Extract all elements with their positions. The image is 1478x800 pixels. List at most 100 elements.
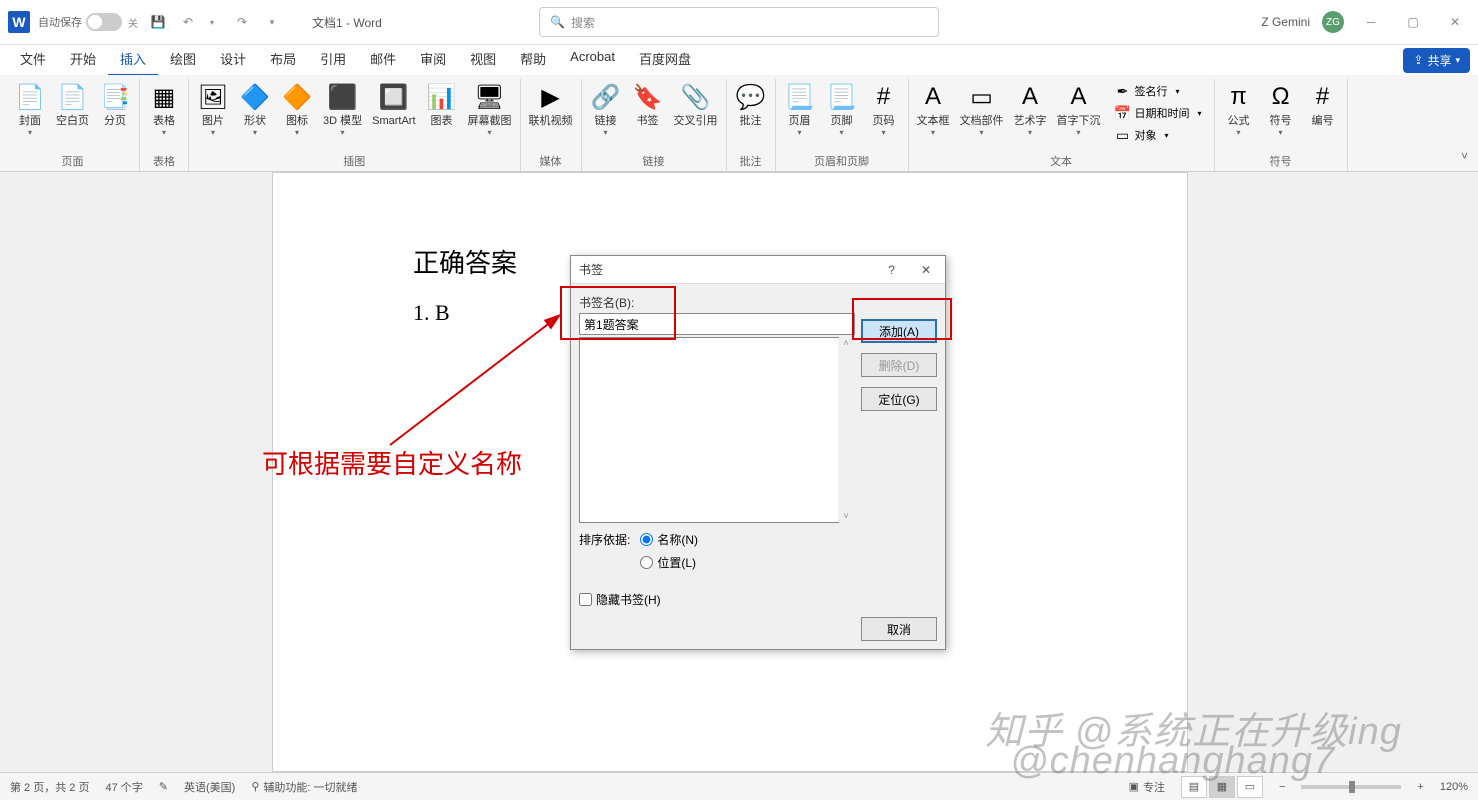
zoom-out-button[interactable]: − [1279, 781, 1285, 793]
ribbon-形状-button[interactable]: 🔷形状▾ [235, 79, 275, 139]
hidden-bookmarks-checkbox[interactable]: 隐藏书签(H) [579, 591, 937, 608]
save-icon[interactable]: 💾 [148, 12, 168, 32]
ribbon-空白页-button[interactable]: 📄空白页 [52, 79, 93, 130]
ribbon-签名行-button[interactable]: ✒签名行▾ [1111, 81, 1206, 101]
minimize-button[interactable]: ─ [1356, 7, 1386, 37]
add-button[interactable]: 添加(A) [861, 319, 937, 343]
tab-绘图[interactable]: 绘图 [158, 43, 208, 77]
hidden-bookmarks-checkbox-input[interactable] [579, 593, 592, 606]
sort-name-radio[interactable]: 名称(N) [640, 531, 698, 548]
ribbon-日期和时间-button[interactable]: 📅日期和时间▾ [1111, 103, 1206, 123]
cancel-button[interactable]: 取消 [861, 617, 937, 641]
zoom-slider[interactable] [1301, 785, 1401, 789]
chevron-down-icon: ▾ [253, 128, 257, 137]
ribbon-交叉引用-button[interactable]: 📎交叉引用 [670, 79, 722, 130]
tab-视图[interactable]: 视图 [458, 43, 508, 77]
ribbon-图片-button[interactable]: 🖼图片▾ [193, 79, 233, 139]
read-mode-button[interactable]: ▤ [1181, 776, 1207, 798]
ribbon-group-批注: 💬批注批注 [727, 79, 776, 171]
ribbon-符号-button[interactable]: Ω符号▾ [1261, 79, 1301, 139]
zoom-level[interactable]: 120% [1440, 781, 1468, 793]
redo-icon[interactable]: ↷ [232, 12, 252, 32]
ribbon-分页-button[interactable]: 📑分页 [95, 79, 135, 130]
公式-icon: π [1223, 81, 1255, 113]
ribbon-collapse-icon[interactable]: ˅ [1461, 149, 1468, 163]
sort-location-radio[interactable]: 位置(L) [640, 554, 698, 571]
ribbon-批注-button[interactable]: 💬批注 [731, 79, 771, 130]
chevron-down-icon: ▾ [1165, 131, 1169, 140]
ribbon-SmartArt-button[interactable]: 🔲SmartArt [368, 79, 419, 130]
ribbon-页脚-button[interactable]: 📃页脚▾ [822, 79, 862, 139]
accessibility-status[interactable]: ⚲ 辅助功能: 一切就绪 [251, 779, 357, 795]
page-info[interactable]: 第 2 页，共 2 页 [10, 779, 89, 795]
ribbon-3D 模型-button[interactable]: ⬛3D 模型▾ [319, 79, 366, 139]
close-button[interactable]: ✕ [1440, 7, 1470, 37]
sort-location-radio-input[interactable] [640, 556, 653, 569]
日期和时间-icon: 📅 [1115, 105, 1131, 121]
avatar[interactable]: ZG [1322, 11, 1344, 33]
符号-icon: Ω [1265, 81, 1297, 113]
autosave-toggle[interactable]: 自动保存 关 [38, 13, 138, 31]
sort-by-group: 排序依据: 名称(N) 位置(L) [579, 531, 937, 571]
zoom-in-button[interactable]: + [1417, 781, 1423, 793]
print-layout-button[interactable]: ▦ [1209, 776, 1235, 798]
ribbon-屏幕截图-button[interactable]: 🖥屏幕截图▾ [464, 79, 516, 139]
scroll-down-icon[interactable]: ˅ [843, 511, 849, 522]
dialog-title: 书签 [579, 261, 603, 278]
tab-百度网盘[interactable]: 百度网盘 [627, 43, 703, 77]
tab-设计[interactable]: 设计 [208, 43, 258, 77]
ribbon-图表-button[interactable]: 📊图表 [422, 79, 462, 130]
bookmark-name-input[interactable] [579, 313, 855, 335]
search-input[interactable]: 🔍 搜索 [539, 7, 939, 37]
proofing-icon[interactable]: ✎ [159, 780, 168, 793]
tab-文件[interactable]: 文件 [8, 43, 58, 77]
qat-customize-icon[interactable]: ▾ [262, 12, 282, 32]
ribbon-图标-button[interactable]: 🔶图标▾ [277, 79, 317, 139]
ribbon-首字下沉-button[interactable]: A首字下沉▾ [1053, 79, 1105, 139]
ribbon-联机视频-button[interactable]: ▶联机视频 [525, 79, 577, 130]
toggle-icon[interactable] [86, 13, 122, 31]
tab-邮件[interactable]: 邮件 [358, 43, 408, 77]
bookmark-listbox[interactable]: ˄ ˅ [579, 337, 839, 523]
tab-开始[interactable]: 开始 [58, 43, 108, 77]
ribbon-文本框-button[interactable]: A文本框▾ [913, 79, 954, 139]
undo-caret-icon[interactable]: ▾ [202, 12, 222, 32]
ribbon-文档部件-button[interactable]: ▭文档部件▾ [956, 79, 1008, 139]
tab-Acrobat[interactable]: Acrobat [558, 43, 627, 77]
word-count[interactable]: 47 个字 [105, 779, 142, 795]
listbox-scrollbar[interactable]: ˄ ˅ [838, 338, 854, 522]
ribbon-公式-button[interactable]: π公式▾ [1219, 79, 1259, 139]
ribbon-表格-button[interactable]: ▦表格▾ [144, 79, 184, 139]
ribbon-页眉-button[interactable]: 📃页眉▾ [780, 79, 820, 139]
ribbon-链接-button[interactable]: 🔗链接▾ [586, 79, 626, 139]
ribbon-group-label: 批注 [731, 151, 771, 171]
scroll-up-icon[interactable]: ˄ [843, 338, 849, 349]
undo-icon[interactable]: ↶ [178, 12, 198, 32]
view-buttons: ▤ ▦ ▭ [1181, 776, 1263, 798]
ribbon-对象-button[interactable]: ▭对象▾ [1111, 125, 1206, 145]
ribbon-艺术字-button[interactable]: A艺术字▾ [1010, 79, 1051, 139]
tab-布局[interactable]: 布局 [258, 43, 308, 77]
accessibility-icon: ⚲ [251, 780, 259, 793]
web-layout-button[interactable]: ▭ [1237, 776, 1263, 798]
批注-icon: 💬 [735, 81, 767, 113]
chevron-down-icon: ▾ [295, 128, 299, 137]
ribbon-编号-button[interactable]: #编号 [1303, 79, 1343, 130]
focus-mode-button[interactable]: ▣ 专注 [1129, 779, 1165, 795]
dialog-help-button[interactable]: ? [882, 261, 901, 279]
share-button[interactable]: ⇪ 共享 ▾ [1403, 48, 1470, 73]
language[interactable]: 英语(美国) [184, 779, 235, 795]
restore-button[interactable]: ▢ [1398, 7, 1428, 37]
sort-name-radio-input[interactable] [640, 533, 653, 546]
dialog-close-button[interactable]: ✕ [915, 261, 937, 279]
ribbon-封面-button[interactable]: 📄封面▾ [10, 79, 50, 139]
tab-审阅[interactable]: 审阅 [408, 43, 458, 77]
ribbon-书签-button[interactable]: 🔖书签 [628, 79, 668, 130]
goto-button[interactable]: 定位(G) [861, 387, 937, 411]
tab-引用[interactable]: 引用 [308, 43, 358, 77]
ribbon-页码-button[interactable]: #页码▾ [864, 79, 904, 139]
tab-帮助[interactable]: 帮助 [508, 43, 558, 77]
ribbon-group-符号: π公式▾Ω符号▾#编号符号 [1215, 79, 1348, 171]
tab-插入[interactable]: 插入 [108, 43, 158, 77]
dialog-titlebar[interactable]: 书签 ? ✕ [571, 256, 945, 284]
